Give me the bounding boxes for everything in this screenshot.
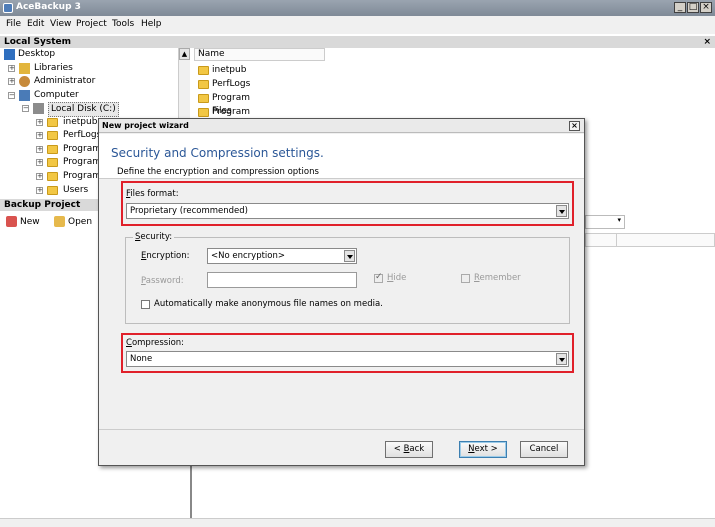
expand-icon[interactable]: +	[36, 146, 43, 153]
expand-icon[interactable]: +	[36, 187, 43, 194]
desktop-icon	[4, 49, 15, 60]
folder-icon	[198, 94, 209, 103]
folder-icon	[47, 145, 58, 154]
folder-icon	[47, 131, 58, 140]
dialog-separator	[99, 429, 584, 430]
remember-label: Remember	[474, 273, 521, 283]
chevron-down-icon[interactable]	[556, 205, 567, 217]
local-system-header: Local System ×	[0, 36, 715, 48]
menu-tools[interactable]: Tools	[112, 19, 134, 29]
folder-icon	[47, 172, 58, 181]
chevron-down-icon[interactable]	[344, 250, 355, 262]
folder-icon	[198, 80, 209, 89]
menu-bar: File Edit View Project Tools Help	[0, 16, 715, 34]
libraries-icon	[19, 63, 30, 74]
compression-select[interactable]: None	[126, 351, 569, 367]
dialog-header: Security and Compression settings. Defin…	[99, 134, 584, 179]
menu-file[interactable]: File	[6, 19, 21, 29]
user-icon	[19, 76, 30, 87]
folder-icon	[198, 66, 209, 75]
project-view-combo[interactable]: ▾	[585, 215, 625, 229]
menu-view[interactable]: View	[50, 19, 71, 29]
minimize-button[interactable]: _	[674, 2, 686, 13]
password-field[interactable]	[207, 272, 357, 288]
window-titlebar: AceBackup 3 _ □ ×	[0, 0, 715, 16]
new-icon	[6, 216, 17, 227]
anonymous-names-label: Automatically make anonymous file names …	[154, 299, 383, 309]
security-group-title: Security:	[133, 232, 175, 242]
collapse-icon[interactable]: −	[22, 105, 29, 112]
close-window-button[interactable]: ×	[700, 2, 712, 13]
hide-checkbox[interactable]	[374, 272, 383, 283]
dialog-title: New project wizard	[102, 121, 189, 130]
status-bar	[0, 518, 715, 527]
folder-icon	[198, 108, 209, 117]
files-format-select[interactable]: Proprietary (recommended)	[126, 203, 569, 219]
menu-project[interactable]: Project	[76, 19, 107, 29]
expand-icon[interactable]: +	[8, 78, 15, 85]
hide-label: Hide	[387, 273, 407, 283]
window-title: AceBackup 3	[16, 2, 81, 12]
open-project-button[interactable]: Open	[54, 214, 92, 230]
files-format-label: Files format:	[126, 189, 179, 199]
open-folder-icon	[54, 216, 65, 227]
local-system-close-icon[interactable]: ×	[703, 36, 711, 48]
expand-icon[interactable]: +	[36, 159, 43, 166]
computer-icon	[19, 90, 30, 101]
expand-icon[interactable]: +	[36, 119, 43, 126]
folder-icon	[47, 118, 58, 127]
backup-project-title: Backup Project	[4, 200, 81, 210]
page-title: Security and Compression settings.	[111, 146, 324, 160]
maximize-button[interactable]: □	[687, 2, 699, 13]
local-system-title: Local System	[4, 37, 72, 47]
compression-label: Compression:	[126, 338, 185, 348]
project-grid-header	[585, 233, 715, 247]
cancel-button[interactable]: Cancel	[520, 441, 568, 458]
back-button[interactable]: < Back	[385, 441, 433, 458]
encryption-label: Encryption:	[141, 251, 190, 261]
backup-project-toolbar: New Open	[0, 212, 100, 232]
folder-icon	[47, 186, 58, 195]
expand-icon[interactable]: +	[36, 173, 43, 180]
disk-icon	[33, 103, 44, 114]
encryption-select[interactable]: <No encryption>	[207, 248, 357, 264]
file-list[interactable]: Name inetpub PerfLogs Program Files Prog…	[194, 48, 715, 143]
security-group: Security: Encryption: <No encryption> Pa…	[125, 232, 570, 324]
anonymous-names-checkbox[interactable]	[141, 300, 150, 309]
password-label: Password:	[141, 276, 184, 286]
page-subtitle: Define the encryption and compression op…	[117, 167, 319, 177]
expand-icon[interactable]: +	[36, 132, 43, 139]
new-project-button[interactable]: New	[6, 214, 40, 230]
chevron-down-icon[interactable]	[556, 353, 567, 365]
column-header-name[interactable]: Name	[194, 48, 325, 61]
dialog-close-icon[interactable]: ×	[569, 121, 580, 131]
folder-icon	[47, 158, 58, 167]
collapse-icon[interactable]: −	[8, 92, 15, 99]
menu-edit[interactable]: Edit	[27, 19, 44, 29]
next-button[interactable]: Next >	[459, 441, 507, 458]
menu-help[interactable]: Help	[141, 19, 162, 29]
dialog-titlebar: New project wizard ×	[99, 119, 584, 133]
pane-splitter[interactable]	[190, 466, 192, 518]
remember-checkbox[interactable]	[461, 274, 470, 283]
expand-icon[interactable]: +	[8, 65, 15, 72]
app-icon	[3, 3, 13, 13]
new-project-wizard-dialog: New project wizard × Security and Compre…	[98, 118, 585, 466]
backup-project-header: Backup Project	[0, 199, 98, 211]
scroll-up-icon[interactable]: ▲	[179, 48, 190, 60]
